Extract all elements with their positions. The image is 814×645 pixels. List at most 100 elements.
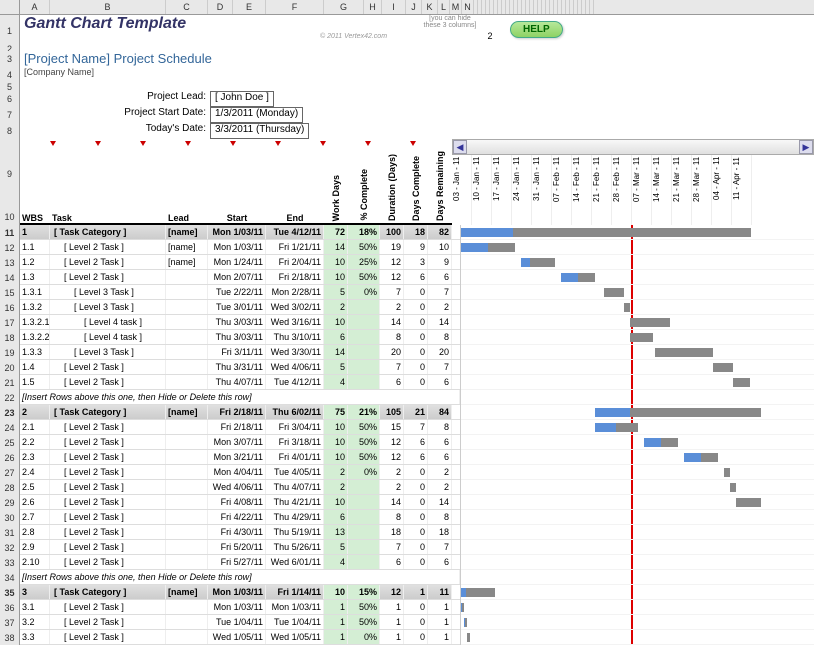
cell-days-remaining[interactable]: 8 bbox=[428, 330, 452, 344]
row-13[interactable]: 13 bbox=[0, 255, 20, 270]
table-row[interactable]: 252.2[ Level 2 Task ]Mon 3/07/11Fri 3/18… bbox=[0, 435, 460, 450]
cell-wbs[interactable]: 2.8 bbox=[20, 525, 50, 539]
cell-workdays[interactable]: 10 bbox=[324, 585, 348, 599]
row-5[interactable]: 5 bbox=[0, 83, 20, 91]
table-row[interactable]: 211.5[ Level 2 Task ]Thu 4/07/11Tue 4/12… bbox=[0, 375, 460, 390]
cell-pct[interactable]: 50% bbox=[348, 420, 380, 434]
row-23[interactable]: 23 bbox=[0, 405, 20, 420]
cell-end[interactable]: Tue 4/12/11 bbox=[266, 225, 324, 239]
cell-end[interactable]: Wed 3/30/11 bbox=[266, 345, 324, 359]
cell-wbs[interactable]: 2.6 bbox=[20, 495, 50, 509]
cell-days-complete[interactable]: 0 bbox=[404, 285, 428, 299]
cell-workdays[interactable]: 1 bbox=[324, 600, 348, 614]
cell-start[interactable]: Wed 4/06/11 bbox=[208, 480, 266, 494]
col-H[interactable]: H bbox=[364, 0, 382, 14]
cell-start[interactable]: Fri 5/20/11 bbox=[208, 540, 266, 554]
cell-workdays[interactable]: 5 bbox=[324, 285, 348, 299]
cell-duration[interactable]: 1 bbox=[380, 615, 404, 629]
cell-pct[interactable]: 0% bbox=[348, 465, 380, 479]
cell-end[interactable]: Tue 1/04/11 bbox=[266, 615, 324, 629]
row-7[interactable]: 7 bbox=[0, 107, 20, 123]
row-27[interactable]: 27 bbox=[0, 465, 20, 480]
cell-task[interactable]: [ Level 3 Task ] bbox=[50, 300, 166, 314]
cell-days-remaining[interactable]: 2 bbox=[428, 465, 452, 479]
cell-duration[interactable]: 7 bbox=[380, 540, 404, 554]
cell-days-remaining[interactable]: 10 bbox=[428, 240, 452, 254]
cell-task[interactable]: [ Level 2 Task ] bbox=[50, 240, 166, 254]
row-4[interactable]: 4 bbox=[0, 67, 20, 83]
cell-end[interactable]: Fri 4/01/11 bbox=[266, 450, 324, 464]
cell-days-remaining[interactable]: 9 bbox=[428, 255, 452, 269]
table-row[interactable]: 282.5[ Level 2 Task ]Wed 4/06/11Thu 4/07… bbox=[0, 480, 460, 495]
cell-days-complete[interactable]: 1 bbox=[404, 585, 428, 599]
cell-workdays[interactable]: 2 bbox=[324, 465, 348, 479]
cell-days-complete[interactable]: 0 bbox=[404, 345, 428, 359]
cell-days-remaining[interactable]: 7 bbox=[428, 540, 452, 554]
cell-start[interactable]: Mon 1/03/11 bbox=[208, 240, 266, 254]
cell-task[interactable]: [ Level 2 Task ] bbox=[50, 525, 166, 539]
cell-task[interactable]: [ Level 2 Task ] bbox=[50, 630, 166, 644]
cell-start[interactable]: Fri 3/11/11 bbox=[208, 345, 266, 359]
cell-lead[interactable] bbox=[166, 435, 208, 449]
cell-task[interactable]: [ Level 2 Task ] bbox=[50, 450, 166, 464]
table-row[interactable]: 22[Insert Rows above this one, then Hide… bbox=[0, 390, 460, 405]
cell-days-complete[interactable]: 0 bbox=[404, 315, 428, 329]
row-1[interactable]: 1 bbox=[0, 15, 20, 47]
cell-lead[interactable] bbox=[166, 375, 208, 389]
cell-task[interactable]: [ Level 2 Task ] bbox=[50, 600, 166, 614]
cell-lead[interactable] bbox=[166, 420, 208, 434]
cell-wbs[interactable]: 2.9 bbox=[20, 540, 50, 554]
cell-task[interactable]: [ Level 2 Task ] bbox=[50, 555, 166, 569]
cell-lead[interactable] bbox=[166, 360, 208, 374]
cell-days-remaining[interactable]: 7 bbox=[428, 360, 452, 374]
cell-end[interactable]: Thu 4/29/11 bbox=[266, 510, 324, 524]
table-row[interactable]: 312.8[ Level 2 Task ]Fri 4/30/11Thu 5/19… bbox=[0, 525, 460, 540]
cell-lead[interactable] bbox=[166, 315, 208, 329]
cell-pct[interactable]: 0% bbox=[348, 285, 380, 299]
cell-start[interactable]: Tue 1/04/11 bbox=[208, 615, 266, 629]
cell-lead[interactable]: [name] bbox=[166, 405, 208, 419]
cell-days-remaining[interactable]: 6 bbox=[428, 270, 452, 284]
cell-start[interactable]: Thu 3/03/11 bbox=[208, 330, 266, 344]
cell-workdays[interactable]: 10 bbox=[324, 495, 348, 509]
row-9[interactable]: 9 bbox=[0, 139, 20, 209]
row-35[interactable]: 35 bbox=[0, 585, 20, 600]
row-14[interactable]: 14 bbox=[0, 270, 20, 285]
cell-days-complete[interactable]: 3 bbox=[404, 255, 428, 269]
cell-workdays[interactable]: 10 bbox=[324, 270, 348, 284]
cell-task[interactable]: [ Level 3 Task ] bbox=[50, 285, 166, 299]
cell-wbs[interactable]: 1.3.2.1 bbox=[20, 315, 50, 329]
cell-days-complete[interactable]: 0 bbox=[404, 375, 428, 389]
table-row[interactable]: 322.9[ Level 2 Task ]Fri 5/20/11Thu 5/26… bbox=[0, 540, 460, 555]
table-row[interactable]: 292.6[ Level 2 Task ]Fri 4/08/11Thu 4/21… bbox=[0, 495, 460, 510]
table-row[interactable]: 34[Insert Rows above this one, then Hide… bbox=[0, 570, 460, 585]
cell-workdays[interactable]: 2 bbox=[324, 480, 348, 494]
cell-days-remaining[interactable]: 11 bbox=[428, 585, 452, 599]
row-37[interactable]: 37 bbox=[0, 615, 20, 630]
cell-start[interactable]: Wed 1/05/11 bbox=[208, 630, 266, 644]
cell-duration[interactable]: 7 bbox=[380, 360, 404, 374]
table-row[interactable]: 141.3[ Level 2 Task ]Mon 2/07/11Fri 2/18… bbox=[0, 270, 460, 285]
cell-lead[interactable] bbox=[166, 600, 208, 614]
cell-days-remaining[interactable]: 8 bbox=[428, 420, 452, 434]
cell-pct[interactable] bbox=[348, 525, 380, 539]
cell-end[interactable]: Wed 1/05/11 bbox=[266, 630, 324, 644]
cell-days-remaining[interactable]: 20 bbox=[428, 345, 452, 359]
table-row[interactable]: 161.3.2[ Level 3 Task ]Tue 3/01/11Wed 3/… bbox=[0, 300, 460, 315]
cell-pct[interactable]: 0% bbox=[348, 630, 380, 644]
cell-lead[interactable] bbox=[166, 525, 208, 539]
cell-duration[interactable]: 18 bbox=[380, 525, 404, 539]
row-22[interactable]: 22 bbox=[0, 390, 20, 405]
cell-days-remaining[interactable]: 2 bbox=[428, 480, 452, 494]
row-19[interactable]: 19 bbox=[0, 345, 20, 360]
cell-workdays[interactable]: 14 bbox=[324, 345, 348, 359]
cell-days-complete[interactable]: 0 bbox=[404, 615, 428, 629]
cell-end[interactable]: Fri 2/04/11 bbox=[266, 255, 324, 269]
cell-wbs[interactable]: 1.3.1 bbox=[20, 285, 50, 299]
cell-duration[interactable]: 19 bbox=[380, 240, 404, 254]
cell-wbs[interactable]: 3.3 bbox=[20, 630, 50, 644]
table-row[interactable]: 181.3.2.2[ Level 4 task ]Thu 3/03/11Thu … bbox=[0, 330, 460, 345]
table-row[interactable]: 373.2[ Level 2 Task ]Tue 1/04/11Tue 1/04… bbox=[0, 615, 460, 630]
cell-lead[interactable] bbox=[166, 555, 208, 569]
cell-wbs[interactable]: 2.10 bbox=[20, 555, 50, 569]
